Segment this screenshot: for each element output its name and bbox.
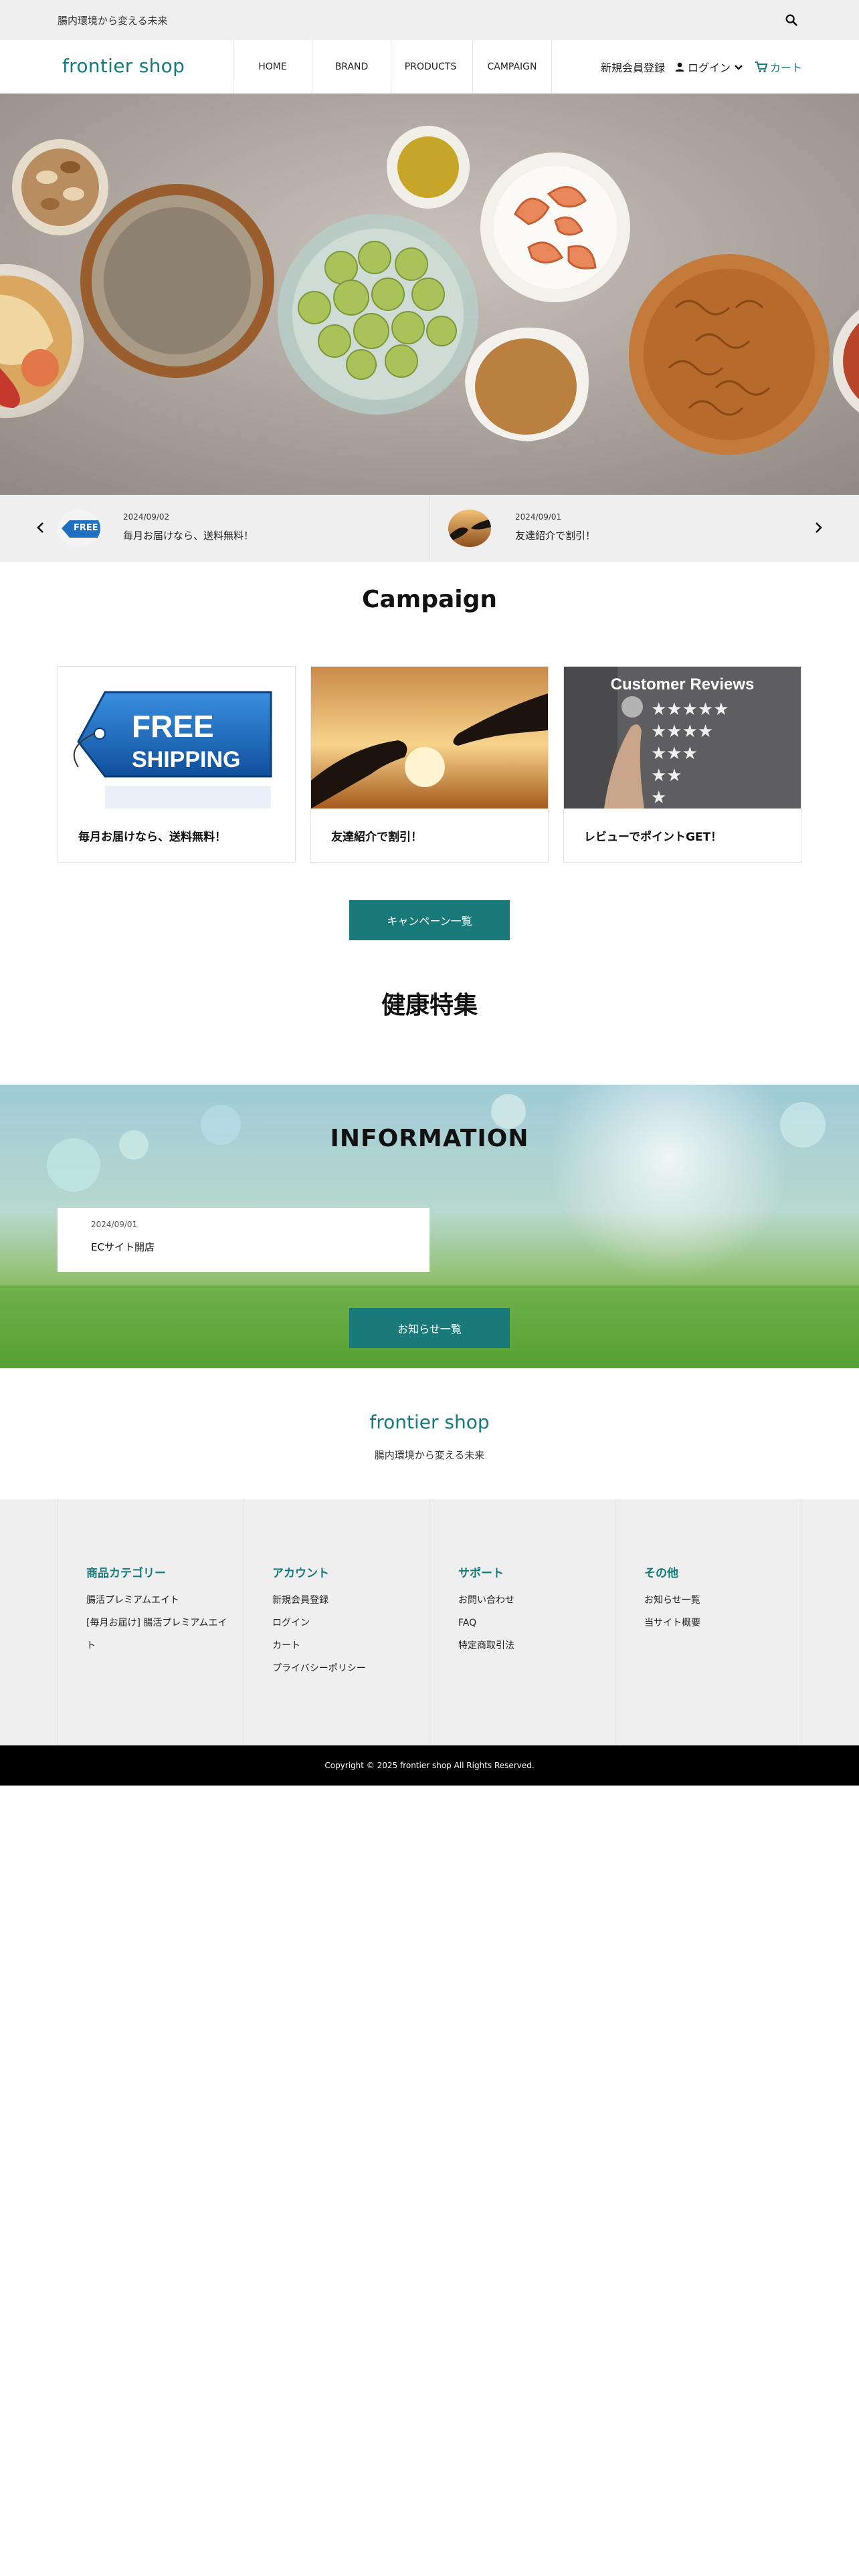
nav-campaign[interactable]: CAMPAIGN (472, 40, 551, 94)
login-label: ログイン (688, 62, 731, 74)
hero-image (0, 94, 859, 495)
campaign-image (311, 667, 548, 809)
information-list-button[interactable]: お知らせ一覧 (349, 1308, 510, 1348)
search-icon[interactable] (784, 13, 799, 27)
campaign-image: Customer Reviews ★★★★★ ★★★★ ★★★ ★★ ★ (564, 667, 801, 809)
slide-thumbnail (448, 510, 491, 547)
top-bar: 腸内環境から変える未来 (0, 0, 859, 40)
cart-link[interactable]: カート (755, 59, 802, 75)
health-feature-title: 健康特集 (381, 992, 478, 1019)
nav-products[interactable]: PRODUCTS (391, 40, 470, 94)
slide-title: 毎月お届けなら、送料無料！ (123, 530, 254, 542)
footer-heading: 商品カテゴリー (86, 1567, 166, 1580)
user-icon (675, 62, 684, 72)
information-item[interactable]: 2024/09/01 ECサイト開店 (58, 1208, 430, 1272)
slide-thumbnail: FREE SHIPPING (58, 510, 100, 547)
hands-sunset-image (311, 667, 548, 809)
footer-link[interactable]: 当サイト概要 (644, 1612, 700, 1634)
svg-text:★★★★★: ★★★★★ (651, 700, 729, 720)
chevron-right-icon[interactable] (809, 519, 827, 536)
footer-column-categories: 商品カテゴリー 腸活プレミアムエイト [毎月お届け] 腸活プレミアムエイ ト (58, 1499, 244, 1745)
chevron-down-icon (735, 65, 743, 70)
campaign-title: Campaign (361, 586, 498, 613)
hero-food-photo (0, 94, 859, 495)
svg-text:Customer Reviews: Customer Reviews (611, 675, 755, 693)
footer-link[interactable]: ト (86, 1634, 96, 1657)
footer-link[interactable]: プライバシーポリシー (272, 1657, 366, 1680)
campaign-list-button[interactable]: キャンペーン一覧 (349, 900, 510, 940)
site-logo[interactable]: frontier shop (62, 55, 185, 77)
footer-links: 商品カテゴリー 腸活プレミアムエイト [毎月お届け] 腸活プレミアムエイ ト ア… (0, 1499, 859, 1745)
slide-date: 2024/09/02 (123, 512, 170, 522)
footer-link[interactable]: [毎月お届け] 腸活プレミアムエイ (86, 1612, 227, 1634)
free-shipping-image: FREE SHIPPING (58, 667, 295, 809)
svg-text:★★: ★★ (651, 766, 682, 786)
svg-text:FREE SHIPPING: FREE SHIPPING (74, 523, 100, 533)
information-title: INFORMATION (330, 1125, 529, 1152)
svg-text:★: ★ (651, 788, 666, 808)
footer-link[interactable]: 特定商取引法 (458, 1634, 514, 1657)
footer-heading: アカウント (272, 1567, 329, 1580)
campaign-label: レビューでポイントGET！ (584, 831, 723, 844)
cart-icon (755, 62, 768, 73)
footer-heading: その他 (644, 1567, 678, 1580)
footer-link[interactable]: 新規会員登録 (272, 1589, 328, 1612)
svg-text:FREE: FREE (132, 709, 214, 744)
nav-home[interactable]: HOME (233, 40, 312, 94)
free-shipping-tag-image: FREE SHIPPING (58, 510, 100, 547)
login-menu[interactable]: ログイン (674, 59, 744, 75)
footer-link[interactable]: お問い合わせ (458, 1589, 514, 1612)
campaign-card[interactable]: FREE SHIPPING 毎月お届けなら、送料無料！ (58, 666, 296, 863)
information-title-text: ECサイト開店 (91, 1241, 155, 1253)
campaign-card[interactable]: 友達紹介で割引！ (310, 666, 549, 863)
footer-column-support: サポート お問い合わせ FAQ 特定商取引法 (430, 1499, 615, 1745)
footer-link[interactable]: FAQ (458, 1612, 476, 1634)
footer-link[interactable]: 腸活プレミアムエイト (86, 1589, 179, 1612)
footer-link[interactable]: お知らせ一覧 (644, 1589, 700, 1612)
slide-title: 友達紹介で割引！ (515, 530, 596, 542)
footer-column-account: アカウント 新規会員登録 ログイン カート プライバシーポリシー (244, 1499, 430, 1745)
footer-logo[interactable]: frontier shop (0, 1411, 859, 1433)
information-date: 2024/09/01 (91, 1220, 138, 1229)
footer-link[interactable]: カート (272, 1634, 300, 1657)
svg-text:★★★: ★★★ (651, 744, 698, 764)
campaign-card[interactable]: Customer Reviews ★★★★★ ★★★★ ★★★ ★★ ★ レビュ… (563, 666, 801, 863)
slide-item[interactable]: FREE SHIPPING 2024/09/02 毎月お届けなら、送料無料！ (58, 495, 432, 562)
campaign-label: 友達紹介で割引！ (331, 831, 422, 844)
footer-tagline: 腸内環境から変える未来 (374, 1449, 485, 1461)
chevron-left-icon[interactable] (32, 519, 50, 536)
slide-item[interactable]: 2024/09/01 友達紹介で割引！ (448, 495, 809, 562)
footer-heading: サポート (458, 1567, 504, 1580)
campaign-image: FREE SHIPPING (58, 667, 295, 809)
news-slider: FREE SHIPPING 2024/09/02 毎月お届けなら、送料無料！ 2… (0, 495, 859, 562)
copyright: Copyright © 2025 frontier shop All Right… (0, 1745, 859, 1786)
footer-column-other: その他 お知らせ一覧 当サイト概要 (615, 1499, 801, 1745)
information-section: INFORMATION 2024/09/01 ECサイト開店 お知らせ一覧 (0, 1085, 859, 1368)
cart-label: カート (770, 62, 803, 74)
svg-text:★★★★: ★★★★ (651, 722, 713, 742)
site-header: frontier shop HOME BRAND PRODUCTS CAMPAI… (0, 40, 859, 94)
customer-reviews-image: Customer Reviews ★★★★★ ★★★★ ★★★ ★★ ★ (564, 667, 801, 809)
signup-link[interactable]: 新規会員登録 (601, 59, 665, 75)
footer-link[interactable]: ログイン (272, 1612, 310, 1634)
campaign-label: 毎月お届けなら、送料無料！ (78, 831, 226, 844)
svg-text:SHIPPING: SHIPPING (132, 747, 240, 772)
nav-brand[interactable]: BRAND (312, 40, 391, 94)
hands-sunset-image (448, 510, 491, 547)
site-tagline: 腸内環境から変える未来 (58, 15, 168, 27)
nav-divider (551, 40, 552, 94)
slide-date: 2024/09/01 (515, 512, 562, 522)
